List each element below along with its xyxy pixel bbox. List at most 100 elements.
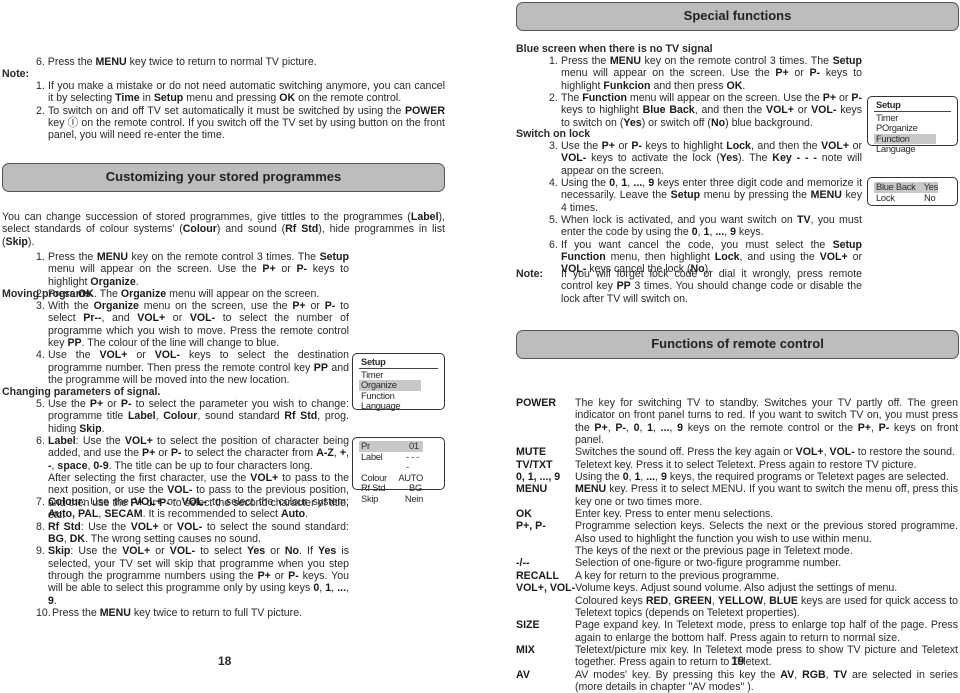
- bold-term: SECAM: [104, 508, 143, 521]
- remote-key-description: Selection of one-figure or two-figure pr…: [575, 557, 842, 570]
- bold-term: Setup: [832, 55, 862, 67]
- bold-term: Colour: [163, 410, 198, 423]
- bold-term: 0: [609, 177, 616, 190]
- remote-key-description: Volume keys. Adjust sound volume. Also a…: [575, 582, 898, 595]
- bold-term: Auto, PAL: [48, 508, 99, 521]
- remote-key-name: OK: [516, 508, 532, 521]
- bold-term: VOL+: [819, 251, 848, 264]
- item-text: Using the 0, 1, ..., 9 keys enter three …: [561, 177, 863, 214]
- bold-term: RGB: [802, 668, 826, 681]
- bold-term: PP: [313, 361, 328, 374]
- list-item: 10. Press the MENU key twice to return to…: [36, 607, 349, 619]
- bold-term: VOL-: [829, 446, 855, 459]
- bold-term: 0: [313, 582, 320, 595]
- blue-screen-steps: 1. Press the MENU key on the remote contr…: [549, 55, 862, 129]
- bold-term: Auto: [280, 508, 306, 521]
- item-number: 2.: [549, 92, 558, 105]
- bold-term: P-: [631, 140, 642, 152]
- item-number: 4.: [36, 349, 45, 362]
- bold-term: P-: [120, 398, 132, 410]
- bold-term: MENU: [95, 56, 127, 68]
- bold-term: No: [710, 116, 726, 129]
- remote-key-description: Coloured keys RED, GREEN, YELLOW, BLUE k…: [575, 594, 959, 619]
- list-item: 5. When lock is activated, and you want s…: [549, 214, 862, 239]
- menu-row-label: Pr: [361, 440, 370, 451]
- remote-key-row: POWER The key for switching TV to standby…: [516, 397, 958, 446]
- remote-key-description: Teletext key. Press it to select Teletex…: [575, 458, 917, 471]
- bold-term: PP: [616, 280, 631, 293]
- bold-term: PP: [67, 337, 82, 350]
- remote-key-name: P+, P-: [516, 520, 546, 533]
- bold-term: VOL+: [133, 496, 162, 508]
- remote-key-name: POWER: [516, 397, 557, 409]
- bold-term: 1: [621, 177, 628, 190]
- bold-term: 9: [48, 594, 54, 607]
- item-text: Press the MENU key on the remote control…: [561, 55, 862, 92]
- changing-parameters-heading: Changing parameters of signal.: [2, 386, 161, 398]
- menu-title: Setup: [359, 356, 438, 369]
- bold-term: Setup Function: [561, 238, 862, 264]
- bold-term: VOL-: [167, 484, 193, 497]
- bold-term: P+: [142, 447, 156, 460]
- switch-on-lock-heading: Switch on lock: [516, 128, 591, 140]
- remote-key-description: Programme selection keys. Selects the ne…: [575, 520, 958, 545]
- menu-item: Language: [361, 400, 401, 412]
- remote-key-name: 0, 1, ..., 9: [516, 471, 561, 484]
- organize-menu-illustration: Pr 01 Label - - - - Colour AUTO Rf Std BG Skip Ne…: [352, 437, 445, 504]
- list-item: 1. If you make a mistake or do not need a…: [36, 80, 445, 105]
- bold-term: No: [284, 545, 299, 558]
- remote-key-description: AV modes' key. By pressing this key the …: [575, 668, 959, 693]
- bold-term: Skip: [79, 422, 102, 435]
- remote-key-description: Switches the sound off. Press the key ag…: [575, 446, 955, 459]
- bold-term: P+: [257, 570, 271, 583]
- bold-term: VOL-: [181, 496, 207, 508]
- item-text: With the Organize menu on the screen, us…: [48, 300, 349, 350]
- bold-term: OK: [726, 79, 743, 92]
- bold-term: 1: [634, 471, 641, 484]
- remote-key-row: OK Enter key. Press to enter menu selecti…: [516, 508, 958, 520]
- bold-term: Setup: [670, 189, 701, 202]
- bold-term: VOL+: [766, 104, 794, 117]
- remote-key-description: Using the 0, 1, ..., 9 keys, the require…: [575, 471, 949, 484]
- bold-term: Setup: [319, 251, 349, 263]
- bold-term: MENU: [609, 55, 642, 67]
- menu-row: Skip Nein: [359, 493, 423, 505]
- menu-item: Language: [876, 143, 916, 155]
- bold-term: VOL+: [795, 446, 824, 459]
- menu-row-label: Blue Back: [876, 181, 916, 192]
- remote-key-row: -/-- Selection of one-figure or two-figur…: [516, 557, 958, 569]
- bold-term: 9: [648, 177, 655, 190]
- bold-term: AV: [780, 668, 795, 681]
- bold-term: Organize: [90, 275, 136, 288]
- remote-key-row: MUTE Switches the sound off. Press the ke…: [516, 446, 958, 458]
- remote-key-row: TV/TXT Teletext key. Press it to select T…: [516, 459, 958, 471]
- item-text: When lock is activated, and you want swi…: [561, 214, 862, 239]
- bold-term: P-: [324, 300, 336, 312]
- bold-term: VOL-: [811, 104, 837, 117]
- bold-term: GREEN: [674, 594, 712, 607]
- bold-term: P+: [292, 300, 306, 312]
- remote-key-description: Page expand key. In Teletext mode, press…: [575, 619, 958, 644]
- bold-term: Funkcion: [603, 79, 651, 92]
- bold-term: P-: [851, 92, 862, 105]
- item-number: 6.: [36, 435, 45, 448]
- bold-term: VOL+: [137, 312, 166, 325]
- bold-term: Skip: [48, 545, 71, 558]
- section-title-special-functions: Special functions: [516, 2, 959, 31]
- remote-key-row: P+, P- Programme selection keys. Selects …: [516, 520, 958, 545]
- item-text: Colour: Use the VOL+ or VOL- to select t…: [48, 496, 349, 521]
- remote-keys-list: POWER The key for switching TV to standby…: [516, 397, 958, 693]
- bold-term: P+: [601, 140, 615, 152]
- list-item: 6. Label: Use the VOL+ to select the posi…: [36, 435, 349, 472]
- bold-term: MENU: [810, 189, 842, 202]
- lock-steps: 3. Use the P+ or P- keys to highlight Loc…: [549, 140, 862, 276]
- bold-term: Label: [127, 410, 156, 423]
- bold-term: MENU: [96, 251, 129, 263]
- remote-key-name: TV/TXT: [516, 458, 553, 471]
- item-text: Skip: Use the VOL+ or VOL- to select Yes…: [48, 545, 350, 607]
- bold-term: Colour: [182, 223, 217, 236]
- bold-term: RED: [645, 594, 669, 607]
- item-number: 10.: [36, 607, 51, 620]
- bold-term: YELLOW: [717, 594, 764, 607]
- remote-key-name: -/--: [516, 557, 530, 570]
